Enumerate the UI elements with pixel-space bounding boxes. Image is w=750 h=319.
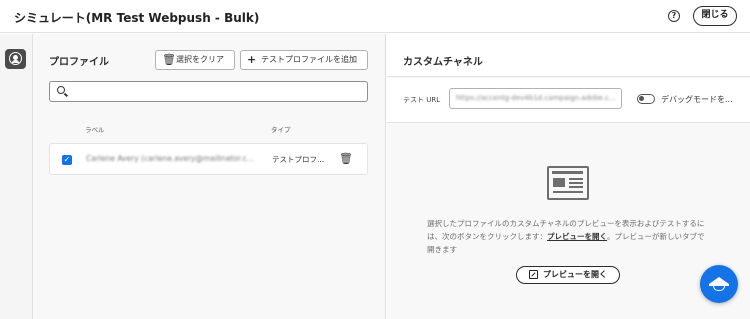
add-test-profile-button[interactable]: + テストプロファイルを追加 [240,50,368,70]
profiles-title: プロファイル [49,57,109,68]
channel-panel: カスタムチャネル テスト URL https://accentg-dev4b1d… [387,34,750,319]
plus-icon: + [247,53,257,66]
user-circle-icon[interactable] [5,49,26,69]
dialog-header: シミュレート(MR Test Webpush - Bulk) ? 閉じる [0,0,750,33]
learn-fab-button[interactable] [700,265,738,303]
search-input[interactable] [49,81,368,102]
column-header-type[interactable]: タイプ [271,124,291,134]
open-preview-link[interactable]: プレビューを開く [547,232,607,241]
test-url-label: テスト URL [403,96,441,104]
channel-header: カスタムチャネル [387,34,750,77]
open-preview-label: プレビューを開く [543,270,607,279]
clear-selection-label: 選択をクリア [176,55,224,64]
left-rail [0,34,33,319]
test-url-row: テスト URL https://accentg-dev4b1d.campaign… [387,78,750,123]
preview-description: 選択したプロファイルのカスタムチャネルのプレビューを表示およびテストするには、次… [427,217,709,256]
row-checkbox[interactable]: ✓ [62,155,72,165]
delete-row-trash-icon[interactable]: 🗑 [339,152,353,165]
close-button[interactable]: 閉じる [693,6,737,26]
dialog-title: シミュレート(MR Test Webpush - Bulk) [14,11,260,25]
table-row[interactable]: ✓ Carlene Avery (carlene.avery@mailinato… [49,143,368,175]
trash-icon: 🗑 [162,53,176,66]
test-url-field[interactable]: https://accentg-dev4b1d.campaign.adobe.c… [449,88,622,109]
column-header-label[interactable]: ラベル [85,124,105,134]
profile-type: テストプロフ... [272,155,325,164]
test-url-value: https://accentg-dev4b1d.campaign.adobe.c… [456,94,616,102]
profiles-panel: プロファイル 🗑 選択をクリア + テストプロファイルを追加 ラベル タイプ ✓… [33,34,386,319]
clear-selection-button[interactable]: 🗑 選択をクリア [155,50,235,70]
channel-title: カスタムチャネル [403,57,483,68]
debug-mode-label: デバッグモードを... [661,95,733,104]
search-icon [57,86,65,94]
help-circle-icon[interactable]: ? [668,10,680,22]
add-test-profile-label: テストプロファイルを追加 [261,55,357,64]
debug-mode-toggle[interactable] [637,94,655,104]
web-page-preview-icon [547,166,589,200]
open-external-icon [529,270,538,279]
profile-label: Carlene Avery (carlene.avery@mailinator.… [86,154,254,163]
open-preview-button[interactable]: プレビューを開く [516,266,620,284]
